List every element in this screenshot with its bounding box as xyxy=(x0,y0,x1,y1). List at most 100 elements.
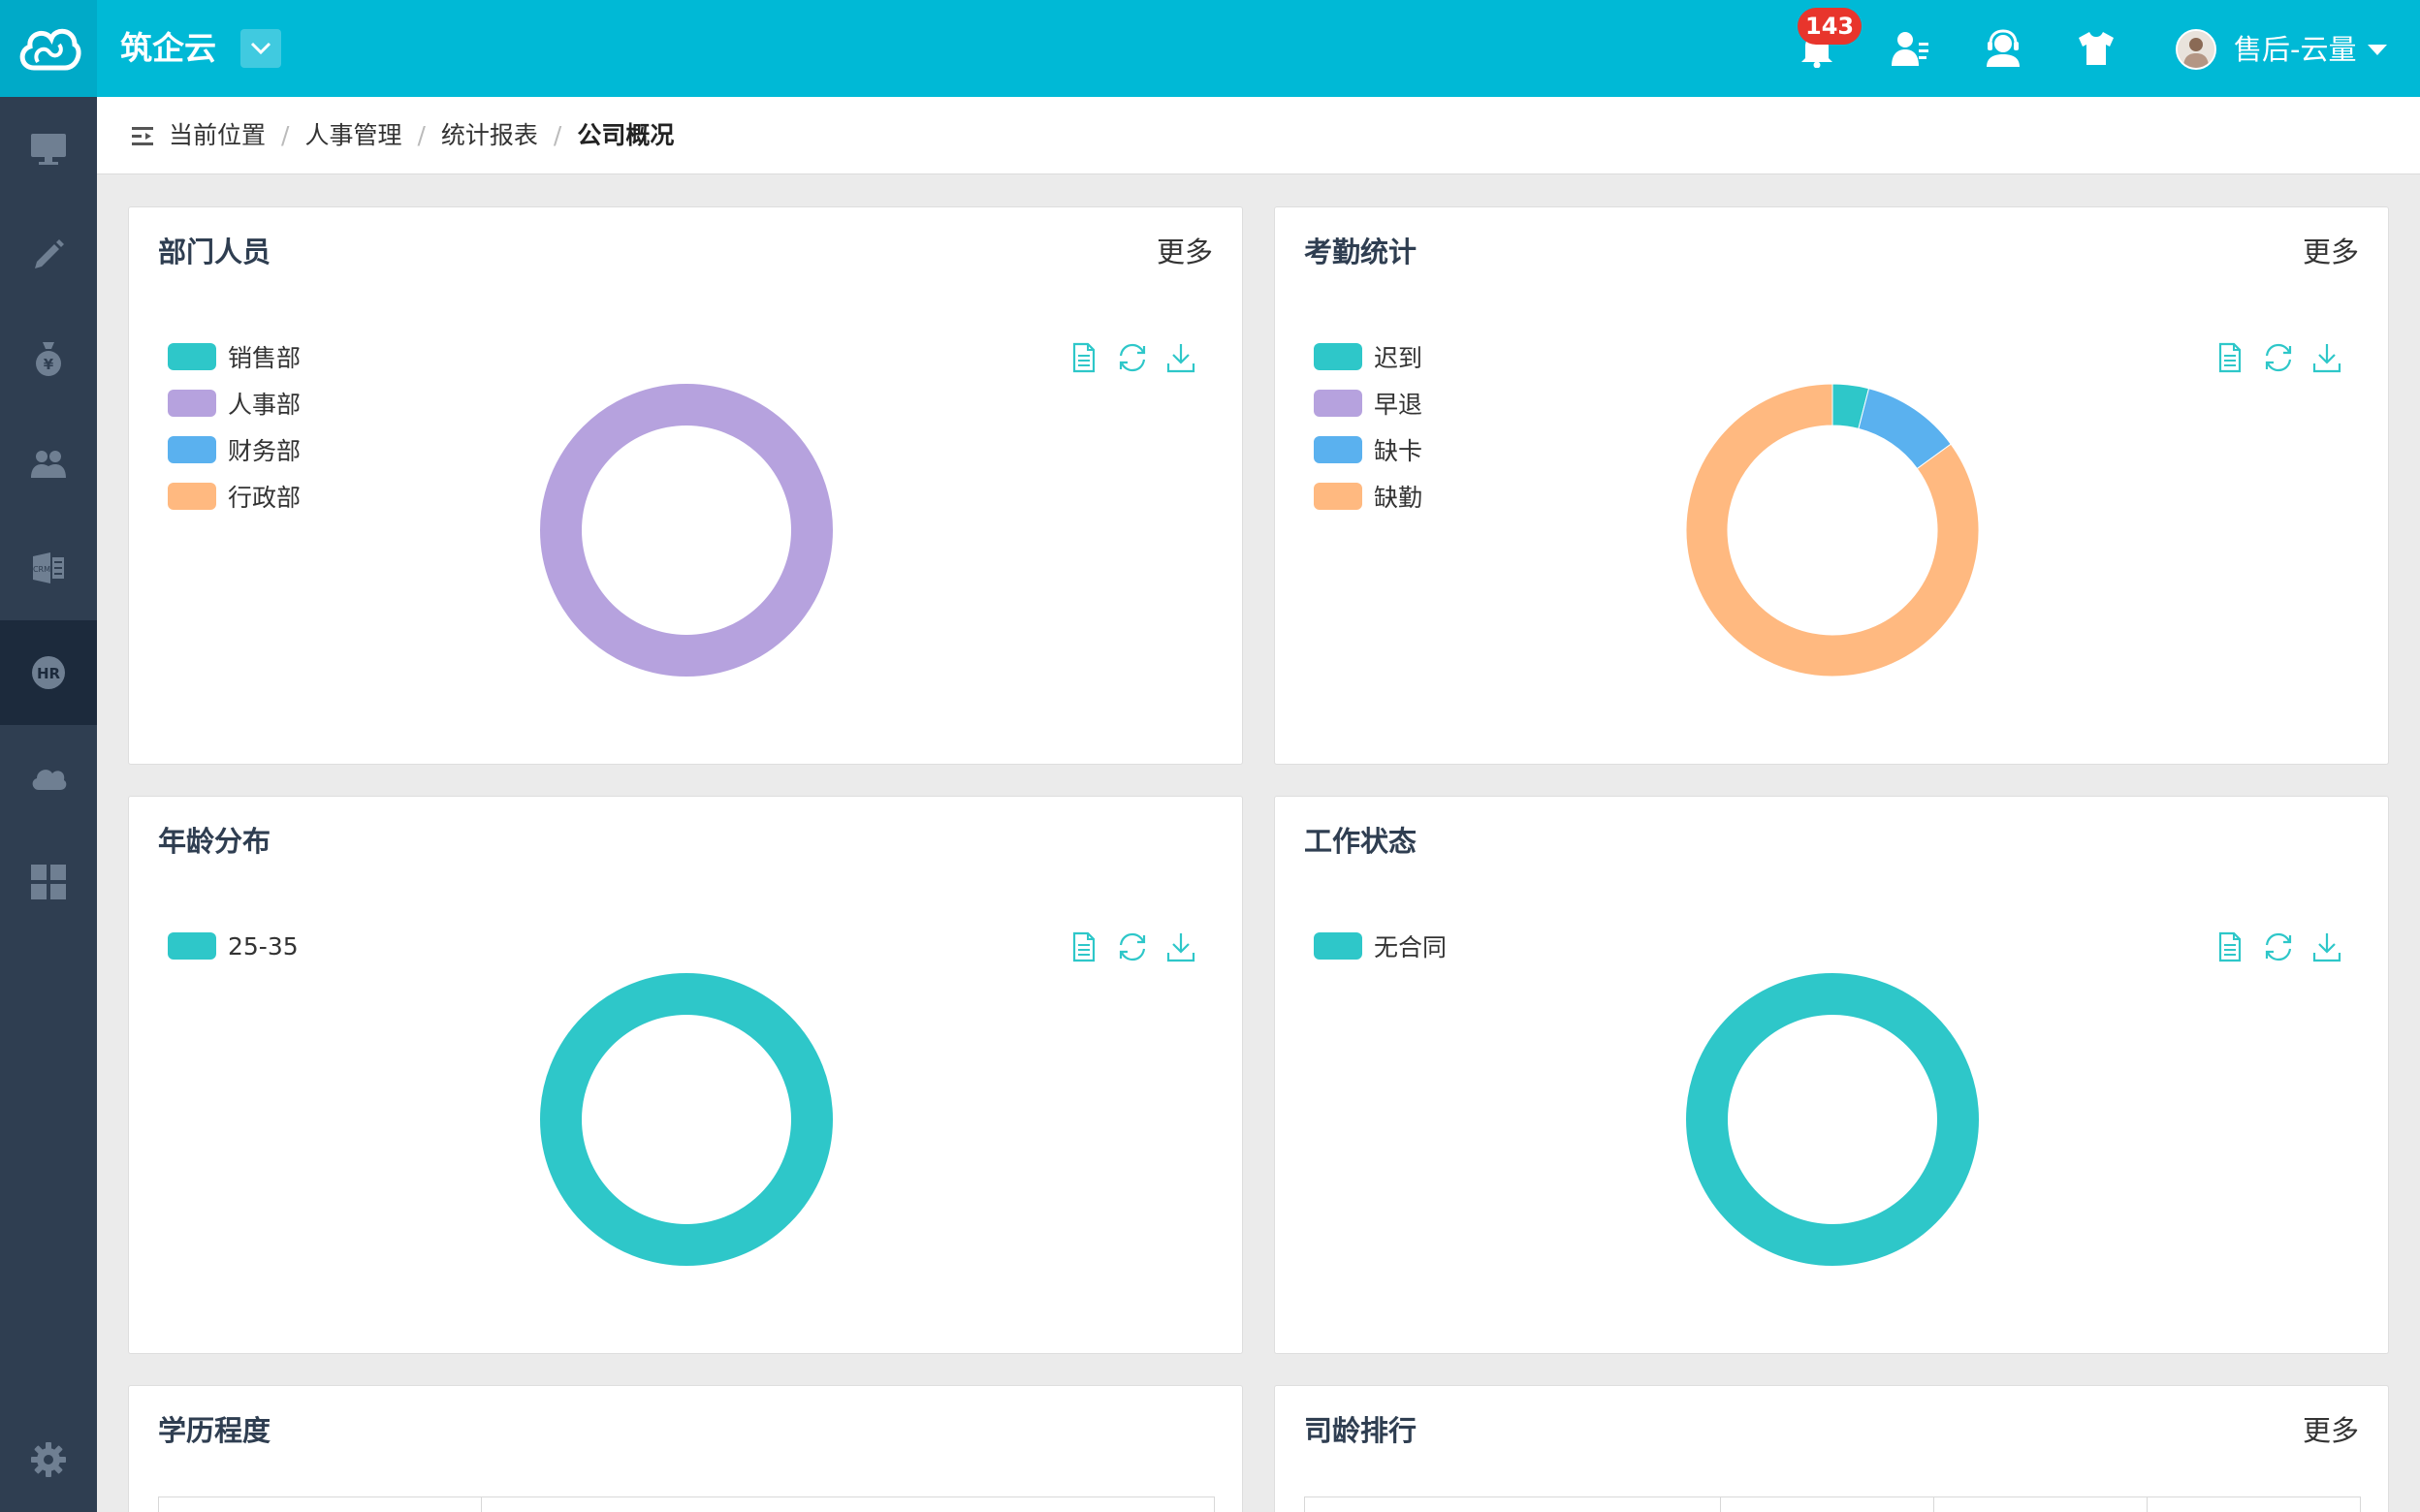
legend-label: 缺勤 xyxy=(1374,484,1423,512)
legend-swatch xyxy=(1314,932,1362,960)
cloud-icon xyxy=(32,770,67,790)
legend-label: 无合同 xyxy=(1374,933,1448,961)
legend-item[interactable]: 25-35 xyxy=(168,923,299,969)
svg-text:CRM: CRM xyxy=(33,565,50,574)
data-view-button[interactable] xyxy=(1060,333,1108,382)
breadcrumb-separator: / xyxy=(281,121,290,149)
data-view-button[interactable] xyxy=(2206,923,2254,971)
restore-button[interactable] xyxy=(2254,333,2303,382)
card-education: 学历程度 xyxy=(128,1385,1243,1512)
logo[interactable] xyxy=(0,0,97,97)
save-image-button[interactable] xyxy=(2303,333,2351,382)
refresh-icon xyxy=(1119,932,1146,961)
card-work-status: 工作状态 无合同 xyxy=(1274,796,2389,1354)
legend-label: 财务部 xyxy=(228,437,302,465)
legend-item[interactable]: 行政部 xyxy=(168,473,301,520)
avatar-icon xyxy=(2178,31,2214,68)
breadcrumb-hr[interactable]: 人事管理 xyxy=(304,118,401,153)
legend-item[interactable]: 销售部 xyxy=(168,333,301,380)
sidebar-item-crm[interactable]: CRM xyxy=(0,516,97,620)
donut-slice-无合同[interactable] xyxy=(1686,973,1979,1266)
table-column xyxy=(1933,1497,1934,1512)
restore-button[interactable] xyxy=(1108,333,1157,382)
document-icon xyxy=(1072,342,1096,373)
restore-button[interactable] xyxy=(1108,923,1157,971)
donut-slice-人事部[interactable] xyxy=(540,384,833,677)
card-title: 司龄排行 xyxy=(1304,1414,1417,1447)
document-icon xyxy=(2218,342,2242,373)
table-column xyxy=(1720,1497,1721,1512)
document-icon xyxy=(2218,931,2242,962)
breadcrumb-separator: / xyxy=(417,121,426,149)
chart-toolbox xyxy=(1060,923,1205,971)
donut-chart[interactable] xyxy=(1682,969,1983,1270)
pencil-icon xyxy=(35,239,64,268)
legend-swatch xyxy=(168,932,216,960)
sidebar-item-hr[interactable]: HR xyxy=(0,620,97,725)
sidebar-item-settings[interactable] xyxy=(0,1407,97,1512)
donut-chart[interactable] xyxy=(536,380,837,680)
caret-down-icon[interactable] xyxy=(2368,45,2387,55)
sidebar-item-apps[interactable] xyxy=(0,830,97,934)
sidebar-item-edit[interactable] xyxy=(0,202,97,306)
card-title: 考勤统计 xyxy=(1304,236,1417,268)
refresh-icon xyxy=(2265,343,2292,372)
legend-item[interactable]: 无合同 xyxy=(1314,923,1447,969)
legend-swatch xyxy=(1314,390,1362,417)
table-column xyxy=(2147,1497,2148,1512)
save-image-button[interactable] xyxy=(1157,923,1205,971)
chart-legend: 销售部 人事部 财务部 行政部 xyxy=(168,333,301,520)
svg-text:HR: HR xyxy=(37,665,61,682)
legend-swatch xyxy=(1314,483,1362,510)
donut-chart[interactable] xyxy=(1682,380,1983,680)
breadcrumb-bar: 当前位置 / 人事管理 / 统计报表 / 公司概况 xyxy=(97,97,2420,174)
theme-button[interactable] xyxy=(2073,25,2119,72)
sidebar-item-finance[interactable]: ¥ xyxy=(0,306,97,411)
users-icon xyxy=(31,451,66,478)
breadcrumb-reports[interactable]: 统计报表 xyxy=(441,118,538,153)
more-link[interactable]: 更多 xyxy=(1157,233,1213,271)
card-age: 年龄分布 25-35 xyxy=(128,796,1243,1354)
legend-item[interactable]: 人事部 xyxy=(168,380,301,426)
menu-toggle-icon[interactable] xyxy=(130,124,157,147)
legend-swatch xyxy=(168,436,216,463)
legend-swatch xyxy=(1314,436,1362,463)
download-icon xyxy=(2312,344,2341,373)
legend-label: 人事部 xyxy=(228,391,302,419)
contacts-button[interactable] xyxy=(1887,25,1933,72)
more-link[interactable]: 更多 xyxy=(2303,233,2359,271)
legend-label: 缺卡 xyxy=(1374,437,1423,465)
brand-dropdown-button[interactable] xyxy=(240,29,281,68)
data-view-button[interactable] xyxy=(1060,923,1108,971)
document-icon xyxy=(1072,931,1096,962)
download-icon xyxy=(2312,933,2341,962)
user-avatar[interactable] xyxy=(2176,29,2216,70)
save-image-button[interactable] xyxy=(1157,333,1205,382)
legend-swatch xyxy=(1314,343,1362,370)
download-icon xyxy=(1166,344,1195,373)
data-view-button[interactable] xyxy=(2206,333,2254,382)
chart-legend: 迟到 早退 缺卡 缺勤 xyxy=(1314,333,1422,520)
legend-item[interactable]: 缺卡 xyxy=(1314,426,1422,473)
save-image-button[interactable] xyxy=(2303,923,2351,971)
user-list-icon xyxy=(1892,32,1928,66)
donut-chart[interactable] xyxy=(536,969,837,1270)
restore-button[interactable] xyxy=(2254,923,2303,971)
donut-slice-25-35[interactable] xyxy=(540,973,833,1266)
gear-icon xyxy=(31,1442,66,1477)
user-name[interactable]: 售后-云量 xyxy=(2234,29,2356,70)
tshirt-icon xyxy=(2079,32,2114,65)
sidebar-item-cloud[interactable] xyxy=(0,725,97,830)
sidebar-item-people[interactable] xyxy=(0,411,97,516)
more-link[interactable]: 更多 xyxy=(2303,1411,2359,1450)
chart-legend: 无合同 xyxy=(1314,923,1447,969)
legend-item[interactable]: 缺勤 xyxy=(1314,473,1422,520)
money-bag-icon: ¥ xyxy=(36,342,61,376)
monitor-icon xyxy=(31,134,66,165)
legend-label: 迟到 xyxy=(1374,344,1423,372)
legend-item[interactable]: 早退 xyxy=(1314,380,1422,426)
support-button[interactable] xyxy=(1980,25,2026,72)
legend-item[interactable]: 财务部 xyxy=(168,426,301,473)
legend-item[interactable]: 迟到 xyxy=(1314,333,1422,380)
sidebar-item-dashboard[interactable] xyxy=(0,97,97,202)
